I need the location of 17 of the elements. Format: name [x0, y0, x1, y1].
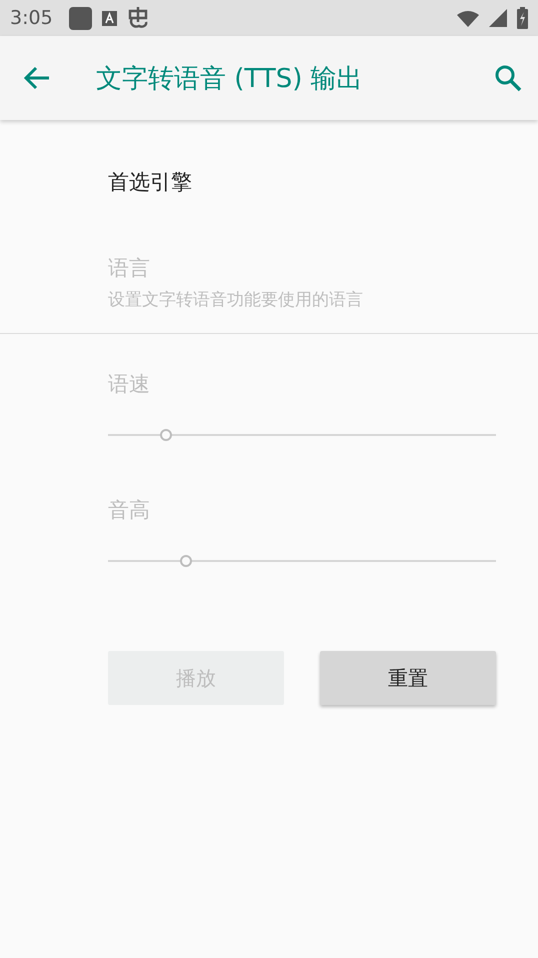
preference-title: 首选引擎 [108, 169, 193, 196]
status-time: 3:05 [10, 7, 53, 29]
battery-icon [517, 7, 528, 29]
signal-icon [489, 9, 507, 27]
slider-label: 语速 [108, 371, 151, 398]
bug-icon [126, 6, 149, 30]
search-icon[interactable] [494, 64, 522, 92]
wifi-icon [457, 10, 479, 26]
app-notification-icon [68, 6, 92, 30]
back-arrow-icon[interactable] [24, 66, 50, 90]
preference-title: 语言 [108, 255, 151, 282]
app-bar-title: 文字转语音 (TTS) 输出 [96, 62, 364, 96]
keyboard-notification-icon [102, 10, 117, 26]
preference-summary: 设置文字转语音功能要使用的语言 [108, 289, 364, 311]
preference-item[interactable]: 首选引擎 [0, 120, 538, 206]
action-button[interactable]: 重置 [320, 651, 496, 705]
slider-label: 音高 [108, 497, 151, 524]
